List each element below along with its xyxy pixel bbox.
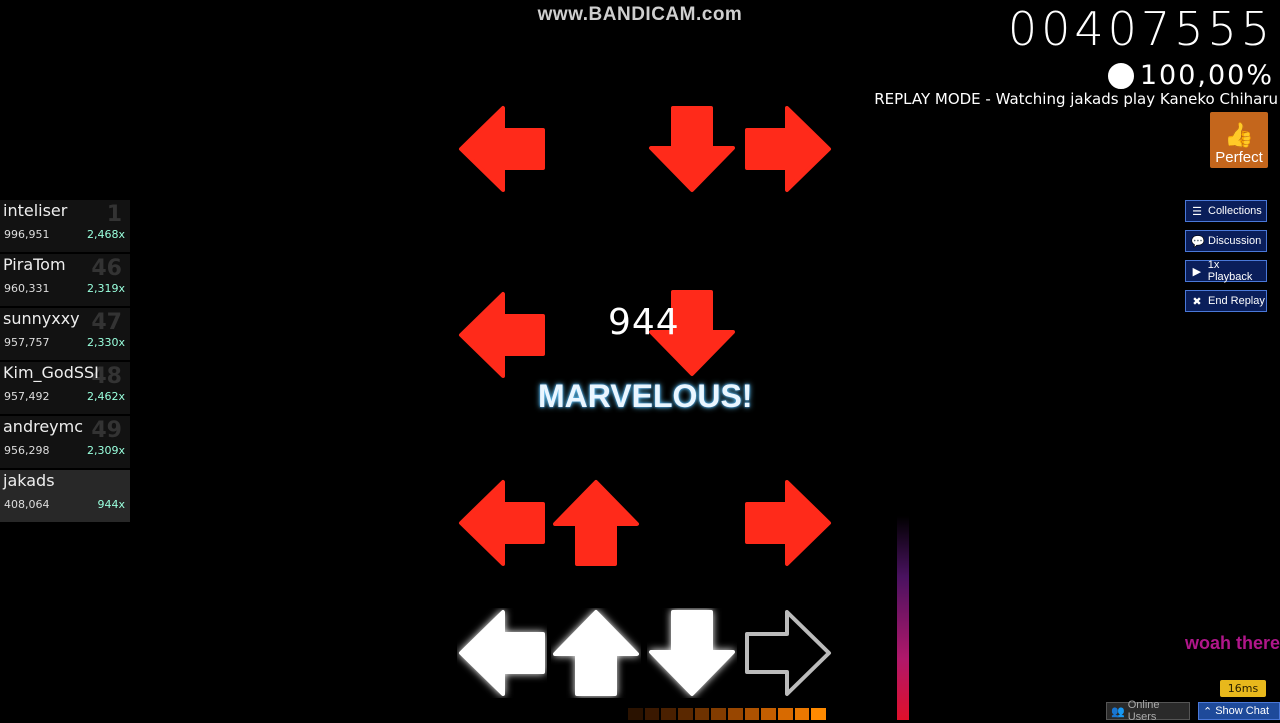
discussion-label: Discussion	[1208, 235, 1262, 247]
judgement-text: MARVELOUS!	[538, 378, 753, 414]
score-display: 00407555	[1007, 2, 1274, 56]
note-down-arrow-icon	[649, 106, 735, 192]
online-users-button[interactable]: 👥 Online Users	[1106, 699, 1190, 723]
latency-badge: 16ms	[1220, 680, 1266, 697]
leaderboard-combo: 2,319x	[86, 282, 125, 295]
rank-badge: 👍 Perfect	[1210, 112, 1268, 168]
song-progress-bar	[628, 708, 827, 720]
playback-speed-button[interactable]: ▶ 1x Playback	[1185, 259, 1267, 283]
accuracy-pie-icon	[1107, 62, 1134, 89]
leaderboard-name: sunnyxxy	[3, 309, 80, 328]
note-up-arrow-icon	[553, 480, 639, 566]
note-left-arrow-icon	[459, 292, 545, 378]
users-icon: 👥	[1111, 705, 1125, 718]
leaderboard-entry: 46 PiraTom 960,331 2,319x	[0, 254, 130, 306]
playback-label: 1x Playback	[1207, 259, 1253, 283]
leaderboard-entry-current-player: jakads 408,064 944x	[0, 470, 130, 522]
note-right-arrow-icon	[745, 106, 831, 192]
accuracy-row: 100,00%	[1107, 60, 1274, 91]
leaderboard-score: 960,331	[4, 282, 50, 295]
leaderboard-rank: 49	[91, 418, 122, 443]
collections-label: Collections	[1208, 205, 1262, 217]
leaderboard-name: PiraTom	[3, 255, 66, 274]
leaderboard-combo: 2,468x	[86, 228, 125, 241]
note-left-arrow-icon	[459, 480, 545, 566]
discussion-button[interactable]: 💬 Discussion	[1185, 230, 1267, 252]
end-replay-label: End Replay	[1208, 295, 1265, 307]
receptor-up-arrow-icon	[553, 610, 639, 696]
chat-message: woah there	[1184, 633, 1280, 653]
leaderboard-score: 957,492	[4, 390, 50, 403]
leaderboard-entry: 47 sunnyxxy 957,757 2,330x	[0, 308, 130, 360]
replay-mode-text: REPLAY MODE - Watching jakads play Kanek…	[874, 90, 1278, 108]
play-icon: ▶	[1192, 265, 1202, 278]
thumbs-up-icon: 👍	[1224, 122, 1254, 149]
chat-bubble-icon: 💬	[1191, 235, 1205, 248]
leaderboard-rank: 1	[106, 202, 122, 227]
leaderboard: 1 inteliser 996,951 2,468x 46 PiraTom 96…	[0, 200, 130, 524]
collections-button[interactable]: ☰ Collections	[1185, 200, 1267, 222]
leaderboard-score: 957,757	[4, 336, 50, 349]
leaderboard-entry: 49 andreymc 956,298 2,309x	[0, 416, 130, 468]
show-chat-button[interactable]: ⌃ Show Chat	[1198, 702, 1280, 720]
accuracy-display: 100,00%	[1139, 60, 1274, 91]
show-chat-label: Show Chat	[1215, 705, 1270, 717]
online-users-label: Online Users	[1127, 699, 1160, 723]
close-icon: ✖	[1192, 295, 1202, 308]
combo-counter: 944	[608, 302, 680, 343]
list-icon: ☰	[1192, 205, 1202, 218]
leaderboard-score: 408,064	[4, 498, 50, 511]
receptor-right-arrow-icon	[745, 610, 831, 696]
leaderboard-name: andreymc	[3, 417, 84, 436]
chevron-up-icon: ⌃	[1203, 705, 1213, 718]
leaderboard-entry: 1 inteliser 996,951 2,468x	[0, 200, 130, 252]
end-replay-button[interactable]: ✖ End Replay	[1185, 290, 1267, 312]
rank-label: Perfect	[1215, 149, 1263, 166]
leaderboard-combo: 2,462x	[86, 390, 125, 403]
leaderboard-combo: 944x	[97, 498, 125, 511]
note-right-arrow-icon	[745, 480, 831, 566]
leaderboard-rank: 46	[91, 256, 122, 281]
leaderboard-combo: 2,330x	[86, 336, 125, 349]
note-left-arrow-icon	[459, 106, 545, 192]
leaderboard-score: 996,951	[4, 228, 50, 241]
receptor-left-arrow-icon	[459, 610, 545, 696]
leaderboard-name: Kim_GodSSI	[3, 363, 99, 382]
leaderboard-entry: 48 Kim_GodSSI 957,492 2,462x	[0, 362, 130, 414]
leaderboard-score: 956,298	[4, 444, 50, 457]
receptor-down-arrow-icon	[649, 610, 735, 696]
health-bar	[897, 516, 909, 720]
leaderboard-combo: 2,309x	[86, 444, 125, 457]
leaderboard-name: inteliser	[3, 201, 68, 220]
leaderboard-name: jakads	[3, 471, 55, 490]
leaderboard-rank: 47	[91, 310, 122, 335]
